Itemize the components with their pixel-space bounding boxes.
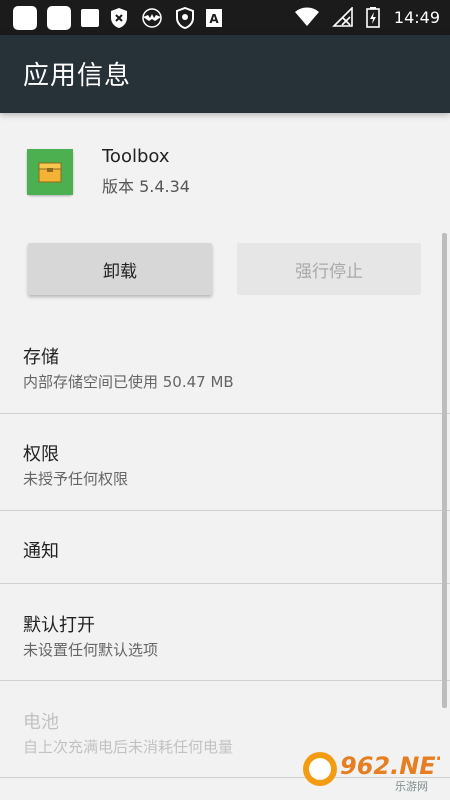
force-stop-button: 强行停止 xyxy=(237,243,421,295)
notifications-section[interactable]: 通知 xyxy=(0,510,450,583)
open-by-default-subtitle: 未设置任何默认选项 xyxy=(23,641,159,659)
app-bar: 应用信息 xyxy=(0,35,450,113)
watermark-logo: 962.NET 乐游网 xyxy=(300,746,450,793)
storage-title: 存储 xyxy=(23,347,59,368)
status-bar: A 14:49 xyxy=(0,0,450,35)
page-title: 应用信息 xyxy=(23,61,132,91)
battery-charging-icon xyxy=(366,6,380,28)
status-time: 14:49 xyxy=(393,7,440,27)
square-icon xyxy=(81,9,99,27)
app-icon xyxy=(27,149,73,195)
permissions-section[interactable]: 权限 未授予任何权限 xyxy=(0,413,450,510)
status-bar-left-icons: A xyxy=(13,6,223,30)
a-icon: A xyxy=(205,8,223,28)
permissions-subtitle: 未授予任何权限 xyxy=(23,470,129,488)
scrollbar[interactable] xyxy=(442,233,447,708)
status-bar-right-icons: 14:49 xyxy=(294,6,440,28)
toolbox-icon xyxy=(27,149,73,195)
uninstall-button[interactable]: 卸载 xyxy=(28,243,212,295)
app-name: Toolbox xyxy=(102,146,170,167)
shield-x-icon xyxy=(109,7,129,29)
battery-subtitle: 自上次充满电后未消耗任何电量 xyxy=(23,738,234,756)
app-version: 版本 5.4.34 xyxy=(102,177,190,196)
storage-subtitle: 内部存储空间已使用 50.47 MB xyxy=(23,373,234,391)
app-header: Toolbox 版本 5.4.34 xyxy=(0,113,450,223)
watermark-sub: 乐游网 xyxy=(395,780,428,792)
svg-text:A: A xyxy=(209,12,219,26)
storage-section[interactable]: 存储 内部存储空间已使用 50.47 MB xyxy=(0,323,450,415)
square-icon xyxy=(47,6,71,30)
permissions-title: 权限 xyxy=(23,444,59,465)
notifications-title: 通知 xyxy=(23,541,59,562)
no-sim-icon xyxy=(331,7,354,27)
open-by-default-section[interactable]: 默认打开 未设置任何默认选项 xyxy=(0,583,450,680)
battery-title: 电池 xyxy=(23,712,59,733)
bat-icon xyxy=(139,8,165,28)
watermark-brand: 962.NET xyxy=(340,752,440,780)
app-info-content: Toolbox 版本 5.4.34 卸载 强行停止 存储 内部存储空间已使用 5… xyxy=(0,113,450,800)
shield-icon xyxy=(175,7,195,29)
wifi-icon xyxy=(294,7,320,27)
square-icon xyxy=(13,6,37,30)
open-by-default-title: 默认打开 xyxy=(23,615,95,636)
